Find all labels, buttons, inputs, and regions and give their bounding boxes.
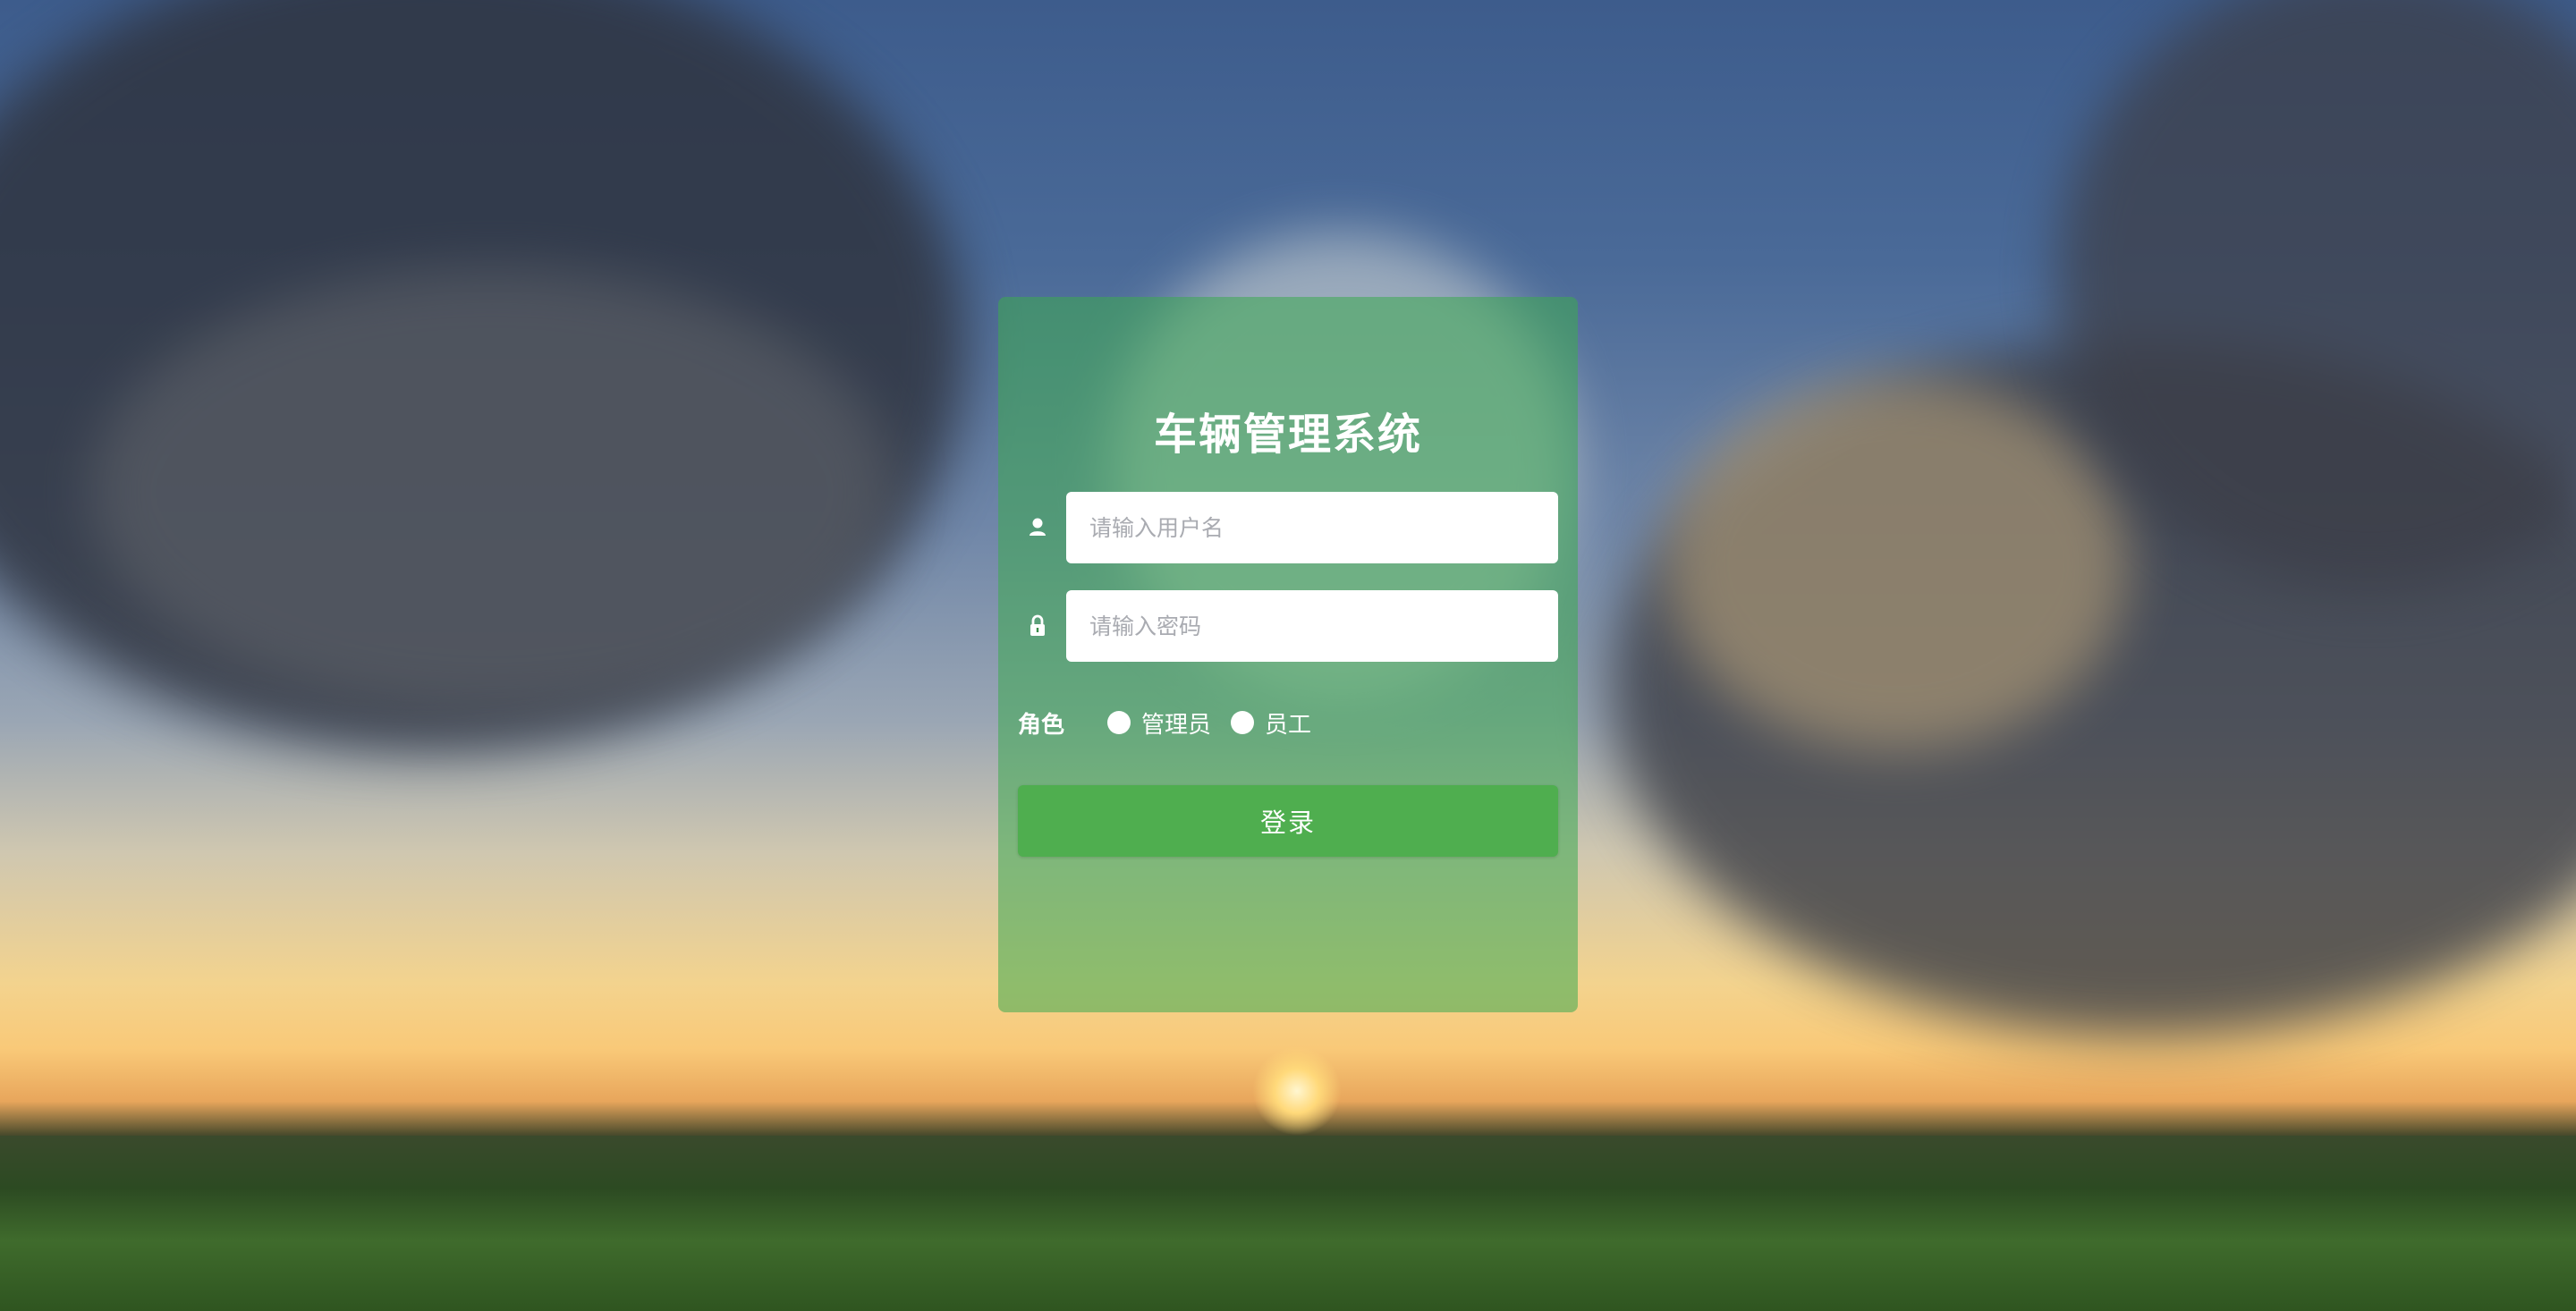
- lit-cloud-right: [1664, 376, 2129, 751]
- password-input[interactable]: [1066, 590, 1558, 662]
- storm-cloud-left-lower: [89, 268, 894, 715]
- user-icon: [1025, 513, 1050, 542]
- login-button[interactable]: 登录: [1018, 785, 1558, 857]
- password-row: [998, 590, 1578, 662]
- role-radio-admin[interactable]: [1107, 711, 1131, 734]
- forest: [0, 1136, 2576, 1311]
- role-label: 角色: [1018, 711, 1065, 739]
- role-selector: 角色 管理员 员工: [1018, 705, 1331, 740]
- lock-icon: [1025, 612, 1050, 640]
- login-panel: 车辆管理系统 角色 管理员 员工 登录: [998, 297, 1578, 1012]
- role-option-admin-label[interactable]: 管理员: [1141, 706, 1211, 740]
- page-title: 车辆管理系统: [1153, 410, 1422, 460]
- sun: [1252, 1046, 1342, 1136]
- role-radio-employee[interactable]: [1231, 711, 1255, 734]
- username-input[interactable]: [1066, 492, 1558, 563]
- username-row: [998, 492, 1578, 563]
- role-option-employee-label[interactable]: 员工: [1265, 706, 1311, 740]
